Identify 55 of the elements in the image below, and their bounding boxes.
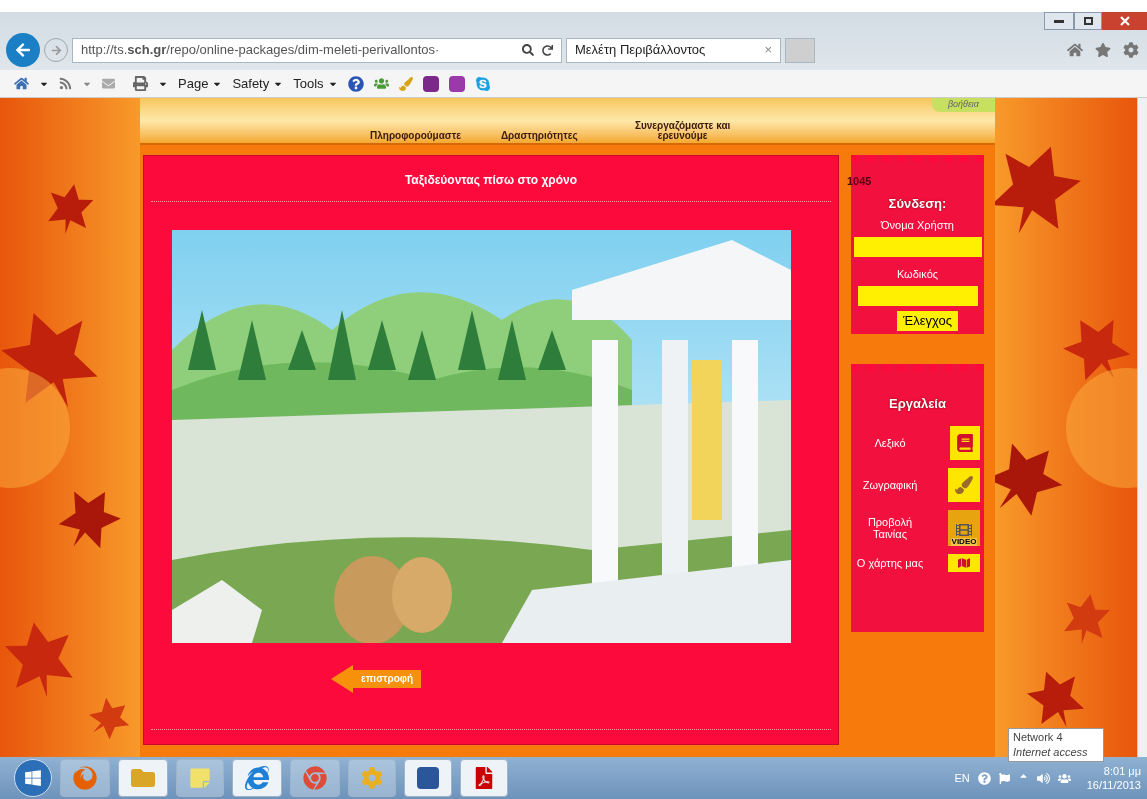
- start-button[interactable]: [14, 759, 52, 797]
- dictionary-icon[interactable]: [950, 425, 980, 460]
- password-label: Κωδικός: [896, 266, 939, 282]
- password-field[interactable]: [857, 286, 978, 306]
- back-button[interactable]: [6, 33, 40, 67]
- submit-button[interactable]: Έλεγχος: [897, 311, 958, 331]
- nav-link[interactable]: Δραστηριότητες: [500, 131, 578, 141]
- settings-icon[interactable]: [1123, 42, 1139, 58]
- username-label: Όνομα Χρήστη: [881, 218, 954, 233]
- browser-tab[interactable]: Μελέτη Περιβάλλοντος ×: [566, 37, 781, 63]
- volume-icon[interactable]: [1036, 771, 1050, 785]
- tool-link[interactable]: Λεξικό: [855, 436, 925, 449]
- network-icon[interactable]: [1057, 771, 1071, 785]
- nav-link[interactable]: Συνεργαζόμαστε και ερευνούμε: [617, 121, 748, 141]
- windows-logo-icon: [24, 769, 42, 787]
- arrow-right-icon: [50, 44, 62, 56]
- feed-icon[interactable]: [59, 77, 72, 90]
- help-icon[interactable]: [347, 75, 364, 92]
- nav-link[interactable]: Πληροφορούμαστε: [370, 131, 461, 141]
- print-icon[interactable]: [133, 76, 148, 91]
- address-bar[interactable]: http://ts.sch.gr/repo/online-packages/dim-meleti-perivallontos·: [72, 37, 562, 63]
- tools-heading: Εργαλεία: [889, 395, 946, 413]
- restore-icon[interactable]: [1074, 12, 1102, 30]
- tool-link[interactable]: Προβολή Ταινίας: [855, 515, 925, 540]
- home-icon[interactable]: [1067, 42, 1083, 58]
- username-field[interactable]: [853, 236, 982, 257]
- close-icon[interactable]: [1102, 12, 1147, 30]
- scrollbar[interactable]: [1137, 98, 1147, 757]
- people-icon[interactable]: [373, 76, 389, 91]
- help-tab[interactable]: βοήθεια: [931, 98, 995, 112]
- mail-icon[interactable]: [102, 77, 115, 90]
- video-icon[interactable]: VIDEO: [948, 509, 980, 546]
- home-icon[interactable]: [14, 76, 29, 91]
- minimize-icon[interactable]: [1044, 12, 1074, 30]
- menu-button[interactable]: Safety: [232, 73, 284, 94]
- tool-link[interactable]: Ζωγραφική: [855, 478, 925, 491]
- tooltip-title: Network 4: [1013, 730, 1064, 745]
- refresh-icon[interactable]: [542, 44, 553, 56]
- flag-icon[interactable]: [998, 772, 1010, 784]
- menu-button[interactable]: Tools: [293, 73, 338, 94]
- login-heading: Σύνδεση:: [888, 194, 947, 213]
- page-title: Ταξιδεύοντας πίσω στο χρόνο: [404, 172, 578, 189]
- arrow-left-icon: [15, 42, 31, 58]
- tool-link[interactable]: Ο χάρτης μας: [855, 556, 925, 569]
- pen-icon[interactable]: [398, 76, 413, 91]
- close-tab-icon[interactable]: ×: [764, 40, 772, 60]
- skype-icon[interactable]: [474, 75, 491, 92]
- menu-button[interactable]: Page: [178, 73, 223, 94]
- url-text: http://ts.sch.gr/repo/online-packages/dim-meleti-perivallontos·: [81, 41, 440, 60]
- paintbrush-icon[interactable]: [948, 467, 980, 502]
- tooltip-subtitle: Internet access: [1013, 745, 1089, 760]
- help-icon[interactable]: [977, 771, 991, 785]
- search-icon[interactable]: [522, 44, 534, 56]
- map-icon[interactable]: [948, 553, 980, 572]
- favorites-icon[interactable]: [1095, 42, 1111, 58]
